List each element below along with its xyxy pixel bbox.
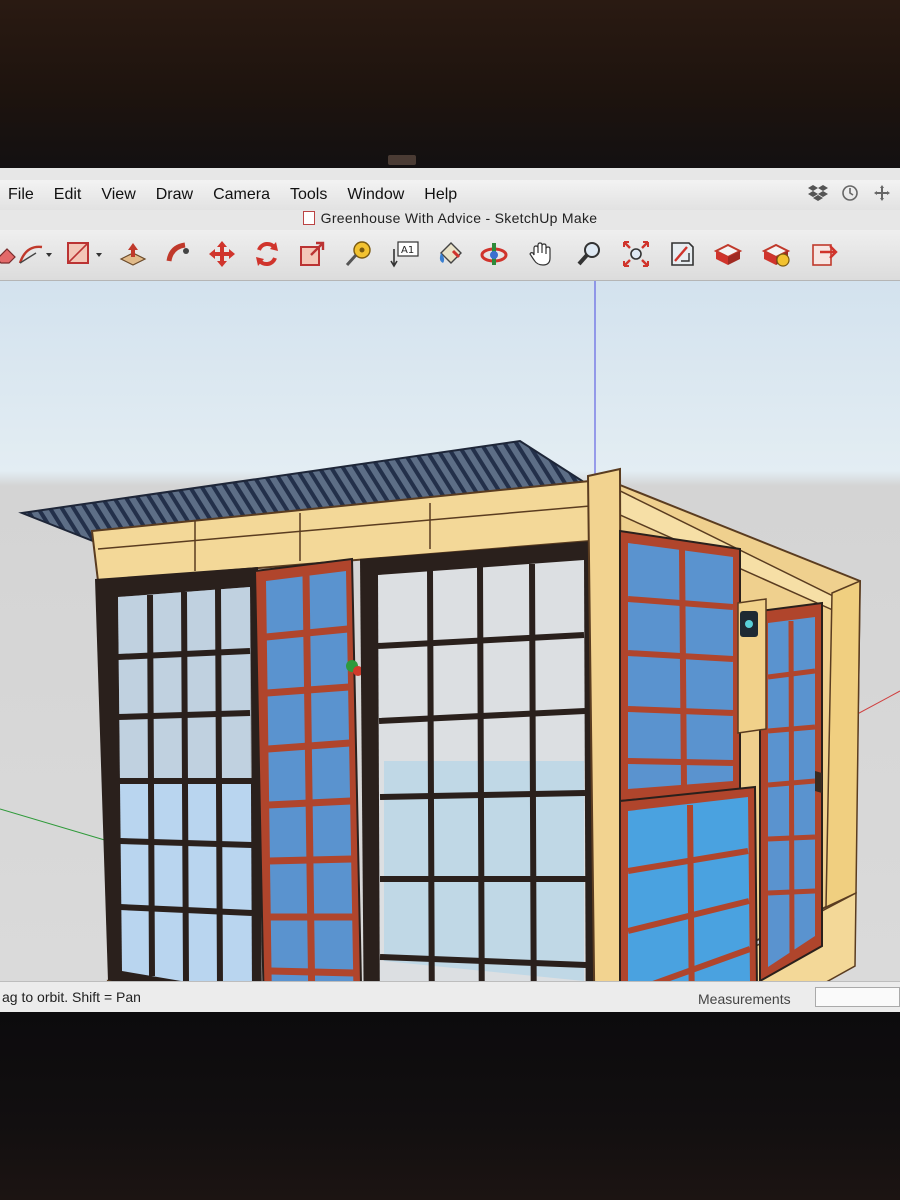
menu-draw[interactable]: Draw: [156, 186, 193, 204]
toolbar: A1: [0, 230, 900, 281]
menu-help[interactable]: Help: [424, 186, 457, 204]
document-icon: [302, 211, 315, 225]
text-icon: A1: [390, 241, 419, 268]
tape-measure-tool[interactable]: [342, 238, 374, 270]
rotate-tool[interactable]: [251, 238, 283, 270]
section-plane-icon: [671, 242, 694, 266]
scale-icon: [300, 241, 325, 266]
window-title: Greenhouse With Advice - SketchUp Make: [320, 210, 598, 226]
scale-tool[interactable]: [296, 238, 328, 270]
measurements-label: Measurements: [698, 991, 791, 1007]
move-icon[interactable]: [872, 184, 892, 204]
rectangle-icon: [67, 242, 102, 264]
menu-window[interactable]: Window: [347, 186, 404, 204]
rotate-icon: [256, 242, 278, 266]
warehouse-tool[interactable]: [712, 238, 744, 270]
send-to-layout-tool[interactable]: [808, 238, 840, 270]
orbit-tool[interactable]: [478, 238, 510, 270]
warehouse-icon: [713, 243, 743, 265]
svg-text:A1: A1: [401, 245, 414, 256]
tape-measure-icon: [345, 241, 371, 267]
hand-icon: [529, 242, 551, 266]
menu-tools[interactable]: Tools: [290, 186, 327, 204]
text-tool[interactable]: A1: [388, 238, 420, 270]
monitor-bezel-top: [0, 0, 900, 175]
zoom-tool[interactable]: [573, 238, 605, 270]
monitor-bezel-bottom: [0, 1012, 900, 1200]
menu-edit[interactable]: Edit: [54, 186, 82, 204]
menu-bar: File Edit View Draw Camera Tools Window …: [0, 180, 900, 210]
sketchup-window: File Edit View Draw Camera Tools Window …: [0, 168, 900, 1012]
paint-bucket-icon: [439, 242, 462, 264]
window-title-bar: Greenhouse With Advice - SketchUp Make: [0, 210, 900, 230]
orbit-icon: [480, 243, 508, 265]
menu-view[interactable]: View: [101, 186, 135, 204]
front-corner-post: [586, 467, 623, 981]
measurements-input[interactable]: [815, 987, 900, 1007]
green-axis: [0, 808, 109, 842]
monitor-camera: [388, 155, 416, 165]
extension-warehouse-icon: [761, 243, 791, 267]
zoom-extents-tool[interactable]: [620, 238, 652, 270]
status-hint: ag to orbit. Shift = Pan: [2, 989, 141, 1005]
menu-camera[interactable]: Camera: [213, 186, 270, 204]
model-viewport[interactable]: [0, 281, 900, 981]
move-arrows-icon: [209, 241, 235, 267]
arc-tool[interactable]: [16, 238, 56, 270]
menu-file[interactable]: File: [8, 186, 34, 204]
pan-tool[interactable]: [525, 238, 557, 270]
section-plane-tool[interactable]: [666, 238, 698, 270]
magnifier-icon: [577, 242, 600, 266]
time-machine-icon[interactable]: [840, 184, 860, 204]
arc-icon: [18, 245, 52, 264]
push-pull-tool[interactable]: [117, 238, 149, 270]
rectangle-tool[interactable]: [64, 238, 108, 270]
follow-me-tool[interactable]: [162, 238, 194, 270]
greenhouse-model: [0, 281, 900, 981]
move-tool[interactable]: [206, 238, 238, 270]
paint-bucket-tool[interactable]: [434, 238, 466, 270]
side-door-handle: [815, 771, 822, 793]
layout-icon: [812, 244, 838, 266]
status-bar: ag to orbit. Shift = Pan Measurements: [0, 981, 900, 1012]
extension-warehouse-tool[interactable]: [760, 238, 792, 270]
dropbox-icon[interactable]: [808, 184, 828, 204]
follow-me-icon: [166, 242, 189, 262]
corner-post-right: [825, 579, 861, 909]
zoom-extents-icon: [623, 241, 649, 267]
push-pull-icon: [119, 243, 147, 266]
